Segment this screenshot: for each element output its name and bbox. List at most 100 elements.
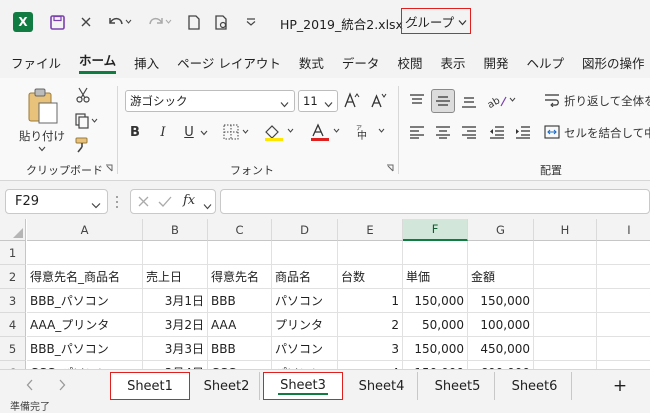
row-header-4[interactable]: 4 bbox=[0, 313, 26, 337]
cell[interactable]: BBB_パソコン bbox=[27, 337, 143, 361]
row-header-3[interactable]: 3 bbox=[0, 289, 26, 313]
align-right-icon[interactable] bbox=[458, 122, 480, 142]
format-painter-icon[interactable] bbox=[74, 136, 92, 154]
insert-function-icon[interactable]: fx bbox=[183, 193, 195, 208]
customize-qat-icon[interactable] bbox=[244, 10, 258, 34]
cell[interactable]: 150,000 bbox=[468, 289, 534, 313]
sheet-tab-sheet3[interactable]: Sheet3 bbox=[263, 372, 343, 400]
bold-button[interactable]: B bbox=[126, 122, 144, 142]
cell[interactable] bbox=[534, 265, 597, 289]
scroll-tabs-right-icon[interactable] bbox=[58, 379, 66, 394]
cell[interactable] bbox=[143, 241, 208, 265]
wrap-text-button[interactable]: 折り返して全体を bbox=[544, 90, 650, 112]
align-middle-icon[interactable] bbox=[431, 89, 455, 113]
paste-button[interactable]: 貼り付け bbox=[18, 128, 66, 144]
cell[interactable]: AAA_プリンタ bbox=[27, 313, 143, 337]
align-center-icon[interactable] bbox=[432, 122, 454, 142]
cancel-icon[interactable] bbox=[137, 195, 150, 211]
phonetic-guide-icon[interactable]: ア中 bbox=[354, 122, 388, 142]
enter-check-icon[interactable] bbox=[158, 195, 172, 211]
row-header-6[interactable]: 6 bbox=[0, 361, 26, 369]
cell[interactable]: パソコン bbox=[272, 289, 338, 313]
new-document-icon[interactable] bbox=[184, 10, 204, 34]
cell[interactable] bbox=[534, 241, 597, 265]
sheet-tab-sheet5[interactable]: Sheet5 bbox=[421, 372, 495, 400]
tab-developer[interactable]: 開発 bbox=[483, 53, 508, 72]
cell[interactable]: 3月1日 bbox=[143, 289, 208, 313]
cell[interactable] bbox=[468, 241, 534, 265]
tab-page-layout[interactable]: ページ レイアウト bbox=[177, 53, 281, 72]
merge-center-button[interactable]: セルを結合して中 bbox=[544, 122, 650, 144]
cell[interactable] bbox=[597, 265, 650, 289]
tab-shape-format[interactable]: 図形の操作 bbox=[582, 53, 645, 72]
group-mode-indicator[interactable]: グループ bbox=[401, 8, 471, 34]
tab-home[interactable]: ホーム bbox=[79, 50, 117, 74]
cell[interactable]: BBB bbox=[208, 289, 272, 313]
cut-icon[interactable] bbox=[74, 86, 92, 104]
sheet-tab-sheet4[interactable]: Sheet4 bbox=[346, 372, 418, 400]
cell[interactable]: 売上日 bbox=[143, 265, 208, 289]
cell[interactable] bbox=[534, 289, 597, 313]
increase-indent-icon[interactable] bbox=[512, 122, 534, 142]
cell[interactable]: AAA bbox=[208, 313, 272, 337]
cell[interactable] bbox=[597, 289, 650, 313]
cell[interactable] bbox=[597, 361, 650, 369]
scroll-tabs-left-icon[interactable] bbox=[26, 379, 34, 394]
cell[interactable] bbox=[27, 241, 143, 265]
column-header-g[interactable]: G bbox=[468, 219, 534, 241]
formula-input[interactable] bbox=[220, 189, 650, 214]
cell[interactable]: 台数 bbox=[338, 265, 403, 289]
cell[interactable]: 商品名 bbox=[272, 265, 338, 289]
redo-icon[interactable] bbox=[144, 10, 174, 34]
cell[interactable] bbox=[534, 337, 597, 361]
font-name-combo[interactable]: 游ゴシック bbox=[125, 90, 295, 112]
paste-dropdown-icon[interactable] bbox=[18, 144, 66, 154]
cell[interactable]: BBB_パソコン bbox=[27, 289, 143, 313]
cell[interactable]: 2 bbox=[338, 313, 403, 337]
cell[interactable]: 3月2日 bbox=[143, 313, 208, 337]
column-header-c[interactable]: C bbox=[208, 219, 272, 241]
decrease-font-size-icon[interactable] bbox=[370, 90, 388, 110]
cell[interactable] bbox=[534, 361, 597, 369]
select-all-corner[interactable] bbox=[0, 219, 26, 241]
paste-icon[interactable] bbox=[20, 86, 66, 126]
cell[interactable]: 150,000 bbox=[403, 361, 468, 369]
cell[interactable]: CCC bbox=[208, 361, 272, 369]
cell[interactable]: 4 bbox=[338, 361, 403, 369]
cell[interactable]: 3 bbox=[338, 337, 403, 361]
column-header-b[interactable]: B bbox=[143, 219, 208, 241]
copy-icon[interactable] bbox=[74, 112, 100, 130]
cell[interactable] bbox=[272, 241, 338, 265]
cell[interactable]: パソコン bbox=[272, 361, 338, 369]
cell[interactable]: 3月3日 bbox=[143, 337, 208, 361]
cell[interactable]: 150,000 bbox=[403, 337, 468, 361]
cell[interactable] bbox=[403, 241, 468, 265]
cell[interactable]: プリンタ bbox=[272, 313, 338, 337]
row-header-5[interactable]: 5 bbox=[0, 337, 26, 361]
cell[interactable]: 得意先名_商品名 bbox=[27, 265, 143, 289]
align-bottom-icon[interactable] bbox=[458, 90, 480, 112]
tab-review[interactable]: 校閲 bbox=[397, 53, 422, 72]
cell[interactable]: CCC_パソコン bbox=[27, 361, 143, 369]
column-header-h[interactable]: H bbox=[534, 219, 597, 241]
column-header-d[interactable]: D bbox=[272, 219, 338, 241]
cell[interactable] bbox=[597, 337, 650, 361]
font-color-icon[interactable] bbox=[308, 122, 344, 142]
chevron-down-icon[interactable] bbox=[203, 199, 212, 213]
cell[interactable]: 単価 bbox=[403, 265, 468, 289]
row-header-1[interactable]: 1 bbox=[0, 241, 26, 265]
save-icon[interactable] bbox=[46, 10, 68, 34]
tab-formulas[interactable]: 数式 bbox=[299, 53, 324, 72]
cell[interactable] bbox=[597, 241, 650, 265]
orientation-icon[interactable]: ab bbox=[486, 90, 520, 112]
cell[interactable] bbox=[534, 313, 597, 337]
align-top-icon[interactable] bbox=[406, 90, 428, 112]
column-header-i[interactable]: I bbox=[597, 219, 650, 241]
sheet-tab-sheet1[interactable]: Sheet1 bbox=[110, 372, 190, 400]
row-header-2[interactable]: 2 bbox=[0, 265, 26, 289]
worksheet-grid[interactable]: A B C D E F G H I 1 2 3 4 5 6 得意先名_商品名 売… bbox=[0, 219, 650, 369]
cell[interactable]: 50,000 bbox=[403, 313, 468, 337]
tab-insert[interactable]: 挿入 bbox=[134, 53, 159, 72]
tab-file[interactable]: ファイル bbox=[11, 53, 61, 72]
cell[interactable]: 100,000 bbox=[468, 313, 534, 337]
